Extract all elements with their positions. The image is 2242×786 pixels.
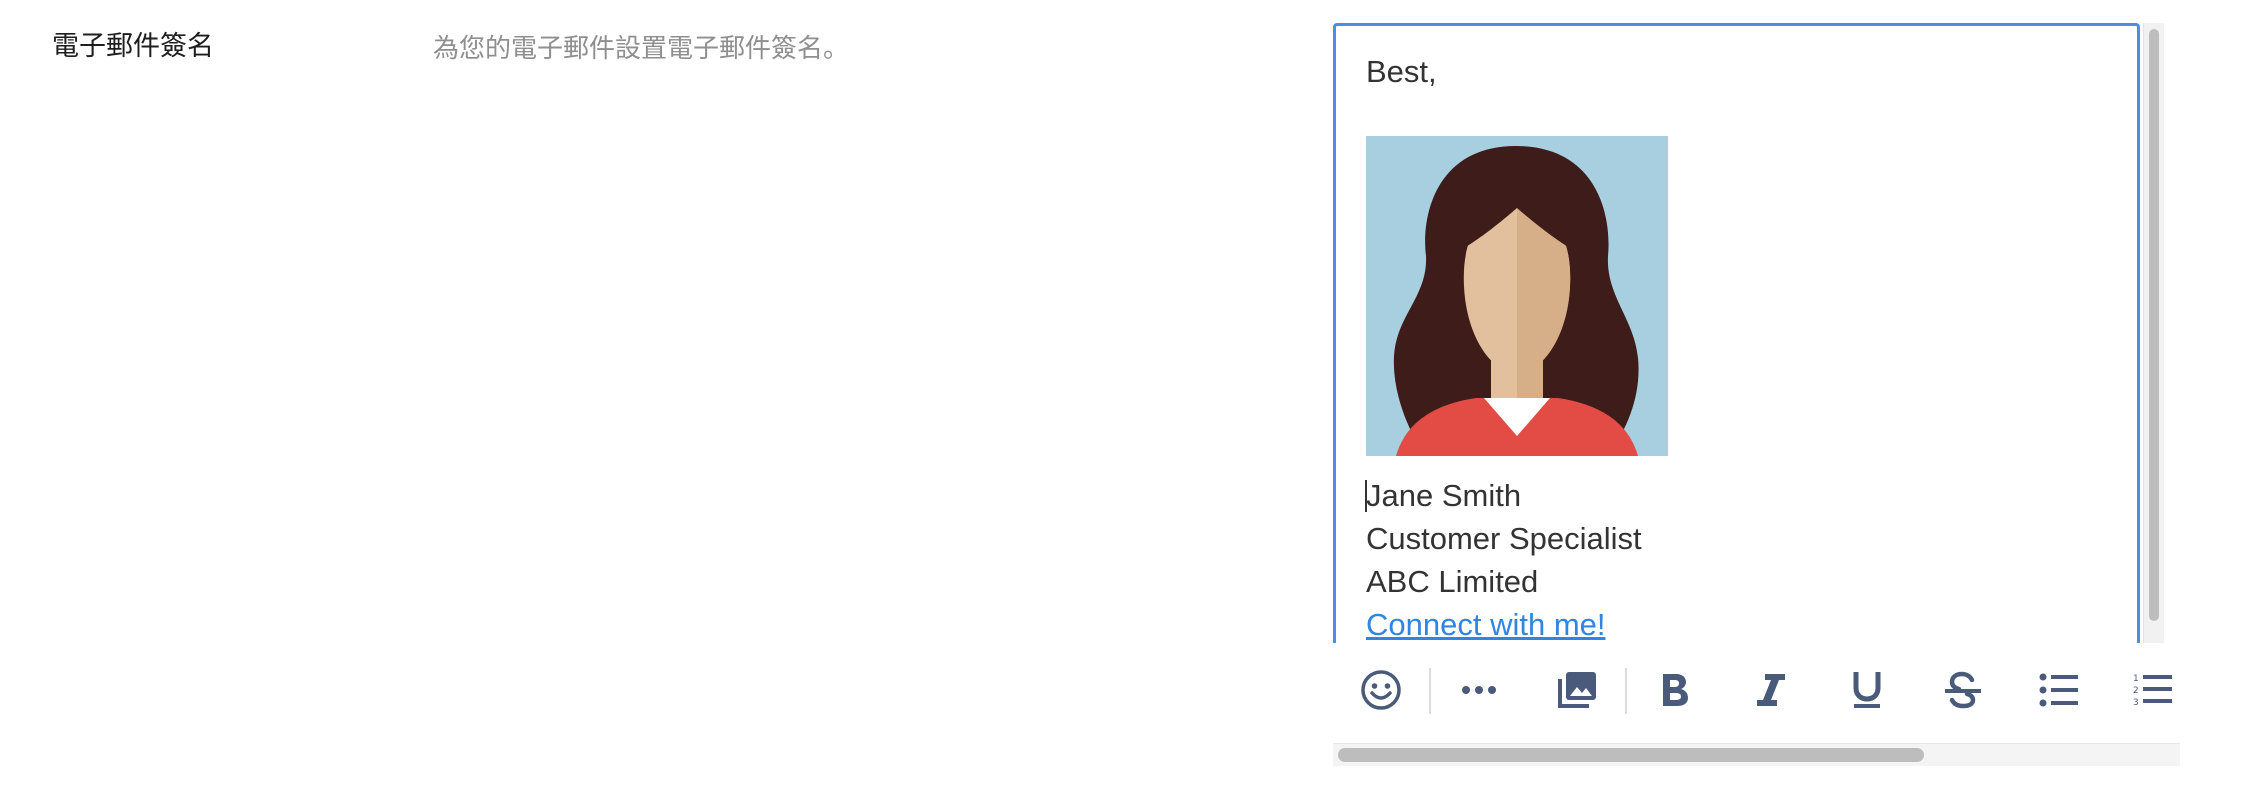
- signature-editor: Best, Jane Smith Customer Specialist ABC…: [1333, 23, 2180, 783]
- toolbar-divider: [1625, 668, 1627, 714]
- horizontal-scrollbar[interactable]: [1333, 743, 2180, 766]
- italic-icon[interactable]: [1743, 648, 1799, 732]
- signature-link[interactable]: Connect with me!: [1366, 603, 1866, 643]
- svg-text:3: 3: [2133, 698, 2139, 708]
- horizontal-scrollbar-thumb[interactable]: [1338, 748, 1924, 762]
- signature-name-line: Jane Smith: [1365, 474, 1866, 517]
- numbered-list-icon[interactable]: 1 2 3: [2127, 648, 2180, 732]
- signature-editor-content-area[interactable]: Best, Jane Smith Customer Specialist ABC…: [1333, 23, 2140, 643]
- svg-text:1: 1: [2133, 674, 2139, 684]
- signature-photo[interactable]: [1366, 136, 1668, 456]
- toolbar-divider: [1429, 668, 1431, 714]
- signature-company: ABC Limited: [1366, 564, 1539, 599]
- bold-icon[interactable]: [1647, 648, 1703, 732]
- vertical-scrollbar[interactable]: [2143, 23, 2164, 643]
- svg-text:2: 2: [2133, 686, 2139, 696]
- signature-greeting: Best,: [1366, 54, 1437, 89]
- strikethrough-icon[interactable]: [1935, 648, 1991, 732]
- signature-content[interactable]: Best, Jane Smith Customer Specialist ABC…: [1365, 50, 1668, 642]
- underline-icon[interactable]: [1839, 648, 1895, 732]
- signature-title: Customer Specialist: [1366, 521, 1642, 556]
- text-caret: [1365, 480, 1367, 512]
- emoji-icon[interactable]: [1353, 648, 1409, 732]
- more-icon[interactable]: [1451, 648, 1507, 732]
- signature-setting-description: 為您的電子郵件設置電子郵件簽名。: [433, 33, 850, 63]
- signature-name: Jane Smith: [1366, 478, 1522, 513]
- vertical-scrollbar-thumb[interactable]: [2149, 29, 2159, 621]
- bullet-list-icon[interactable]: [2031, 648, 2087, 732]
- signature-setting-label: 電子郵件簽名: [52, 31, 214, 61]
- formatting-toolbar: 1 2 3: [1333, 648, 2180, 732]
- image-icon[interactable]: [1549, 648, 1605, 732]
